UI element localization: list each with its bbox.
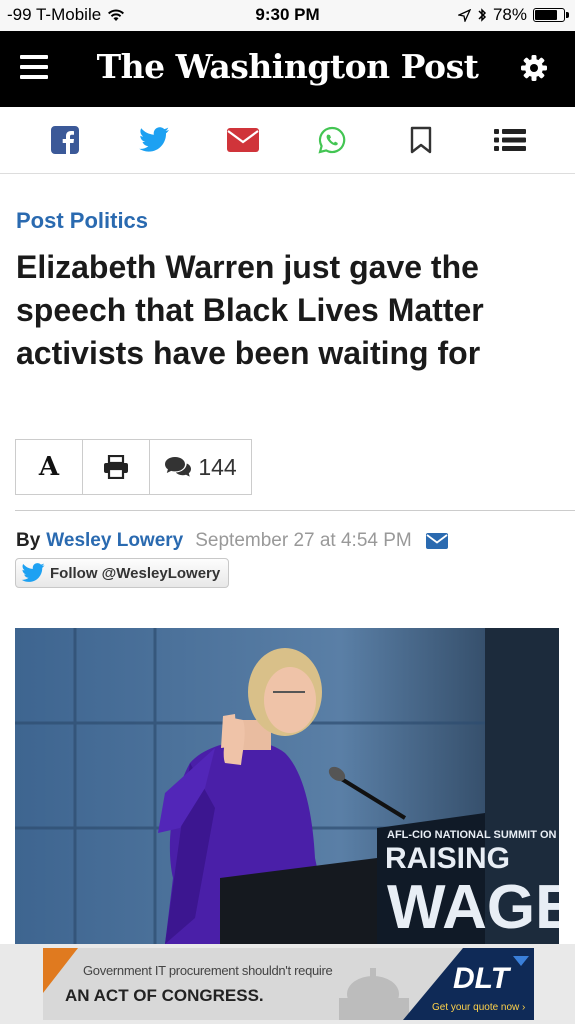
byline-prefix: By — [16, 530, 41, 551]
battery-icon — [533, 8, 569, 22]
email-icon[interactable] — [223, 120, 263, 160]
email-author-icon[interactable] — [425, 533, 448, 549]
gear-icon[interactable] — [519, 53, 549, 83]
twitter-bird-icon — [21, 563, 45, 582]
ad-call-to-action[interactable]: Get your quote now › — [432, 1002, 525, 1013]
divider — [15, 510, 575, 511]
status-right-group: 78% — [457, 5, 569, 25]
article-headline: Elizabeth Warren just gave the speech th… — [16, 249, 484, 371]
comment-bubbles-icon — [165, 457, 192, 477]
ad-brand-logo: DLT — [453, 962, 510, 995]
follow-twitter-button[interactable]: Follow @WesleyLowery — [15, 558, 230, 588]
facebook-icon[interactable] — [45, 120, 85, 160]
publish-timestamp: September 27 at 4:54 PM — [195, 530, 412, 551]
article-tools: A 144 — [15, 439, 252, 495]
bluetooth-icon — [478, 8, 487, 22]
ad-headline: AN ACT OF CONGRESS. — [65, 986, 264, 1005]
follow-button-label: Follow @WesleyLowery — [50, 564, 221, 582]
byline: By Wesley Lowery September 27 at 4:54 PM — [16, 530, 448, 552]
location-arrow-icon — [457, 8, 471, 22]
print-button[interactable] — [83, 440, 150, 494]
dlt-advertisement[interactable]: Government IT procurement shouldn't requ… — [43, 948, 534, 1020]
share-bar — [0, 107, 575, 174]
comments-button[interactable]: 144 — [150, 440, 251, 494]
masthead-logo[interactable]: The Washington Post — [0, 47, 575, 86]
list-icon[interactable] — [490, 120, 530, 160]
comment-count: 144 — [198, 453, 237, 480]
battery-percent: 78% — [492, 5, 527, 24]
bookmark-icon[interactable] — [401, 120, 441, 160]
section-kicker-link[interactable]: Post Politics — [16, 208, 148, 234]
twitter-icon[interactable] — [134, 120, 174, 160]
font-size-label: A — [38, 452, 60, 482]
font-size-button[interactable]: A — [16, 440, 83, 494]
printer-icon — [104, 455, 128, 479]
photo-scene: AFL-CIO NATIONAL SUMMIT ON RAISING WAGES — [15, 628, 559, 944]
ad-tagline: Government IT procurement shouldn't requ… — [83, 963, 333, 978]
podium-sign-raising: RAISING — [385, 842, 510, 875]
status-bar: -99 T-Mobile 9:30 PM 78% — [0, 0, 575, 31]
whatsapp-icon[interactable] — [312, 120, 352, 160]
top-nav-bar: The Washington Post — [0, 31, 575, 107]
author-link[interactable]: Wesley Lowery — [46, 530, 183, 552]
battery-fill — [535, 10, 557, 20]
podium-sign-wages: WAGES — [387, 873, 559, 942]
article-lead-photo[interactable]: AFL-CIO NATIONAL SUMMIT ON RAISING WAGES — [15, 628, 559, 944]
podium-sign-top: AFL-CIO NATIONAL SUMMIT ON — [387, 829, 557, 841]
